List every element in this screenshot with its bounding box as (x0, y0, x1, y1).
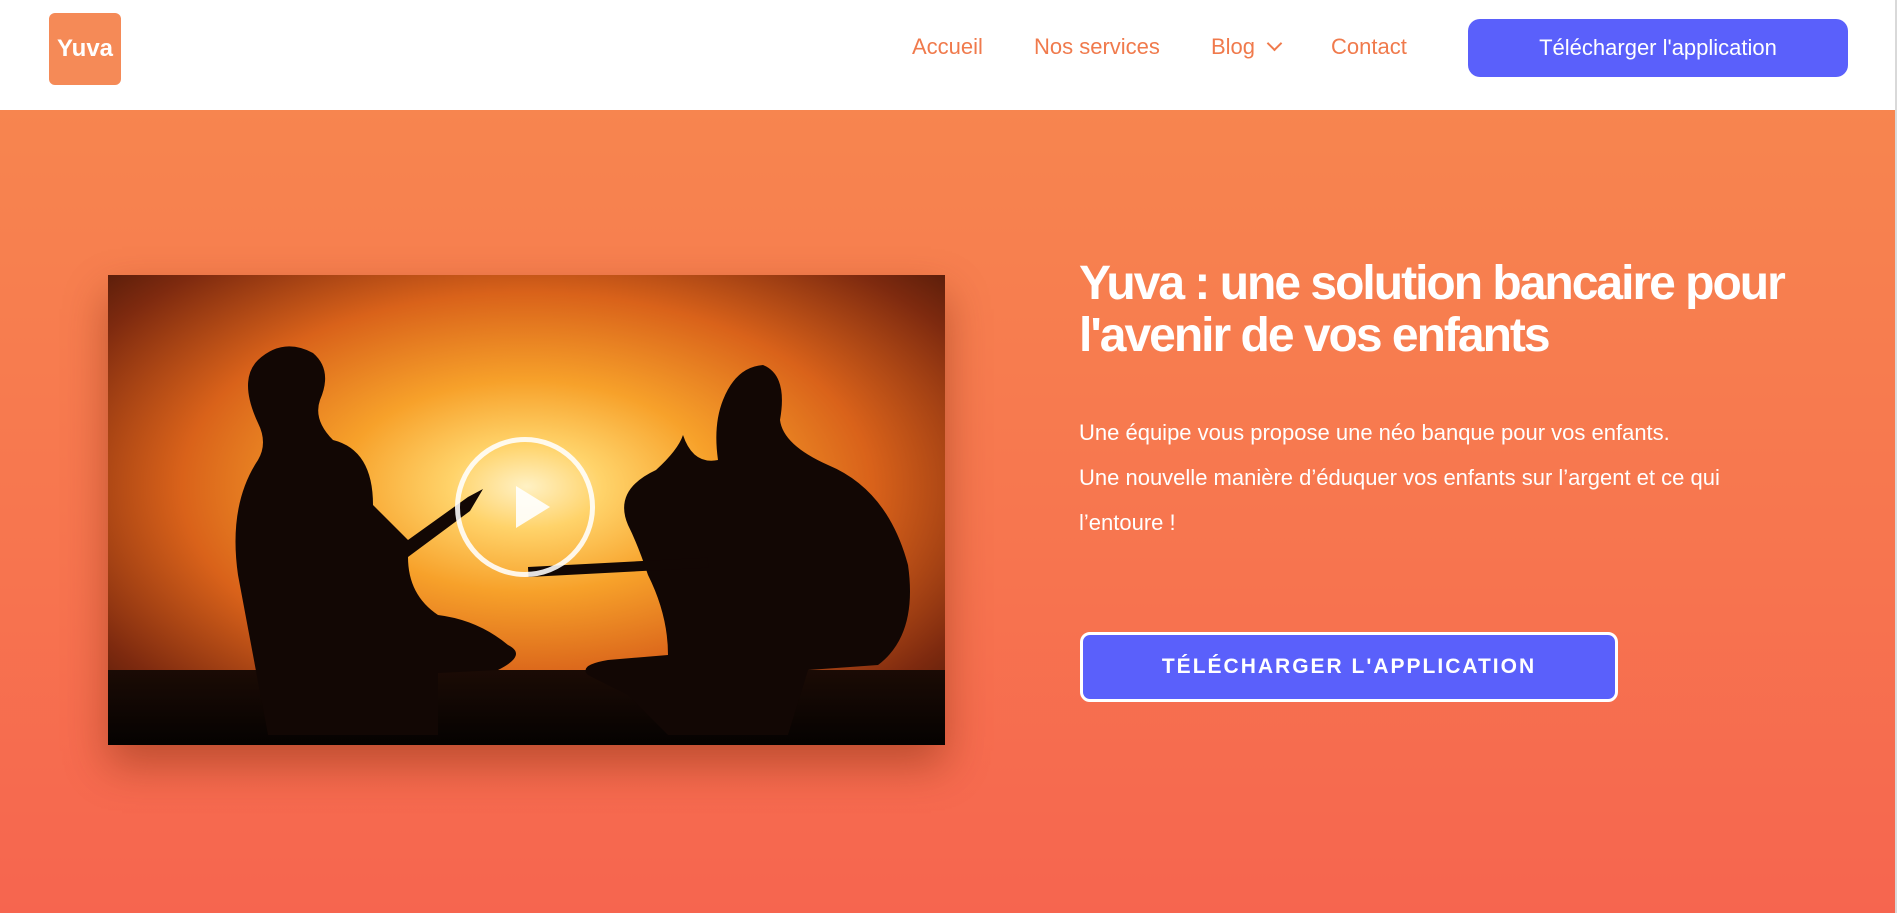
hero-title: Yuva : une solution bancaire pour l'aven… (1079, 257, 1786, 362)
site-header: Yuva Accueil Nos services Blog Contact T… (0, 0, 1897, 110)
hero-description-line: Une nouvelle manière d’éduquer vos enfan… (1079, 465, 1720, 535)
logo[interactable]: Yuva (49, 13, 121, 85)
nav-link-services[interactable]: Nos services (1034, 34, 1160, 60)
nav-link-blog[interactable]: Blog (1211, 34, 1283, 60)
hero-description: Une équipe vous propose une néo banque p… (1079, 410, 1809, 545)
hero-description-line: Une équipe vous propose une néo banque p… (1079, 420, 1670, 445)
nav-link-contact[interactable]: Contact (1331, 34, 1407, 60)
hero-download-button[interactable]: TÉLÉCHARGER L'APPLICATION (1080, 632, 1618, 702)
nav-link-blog-label: Blog (1211, 34, 1256, 59)
play-icon (516, 486, 550, 528)
download-app-button[interactable]: Télécharger l'application (1468, 19, 1848, 77)
nav-link-accueil[interactable]: Accueil (912, 34, 983, 60)
chevron-down-icon (1266, 35, 1283, 52)
play-button[interactable] (455, 437, 595, 577)
